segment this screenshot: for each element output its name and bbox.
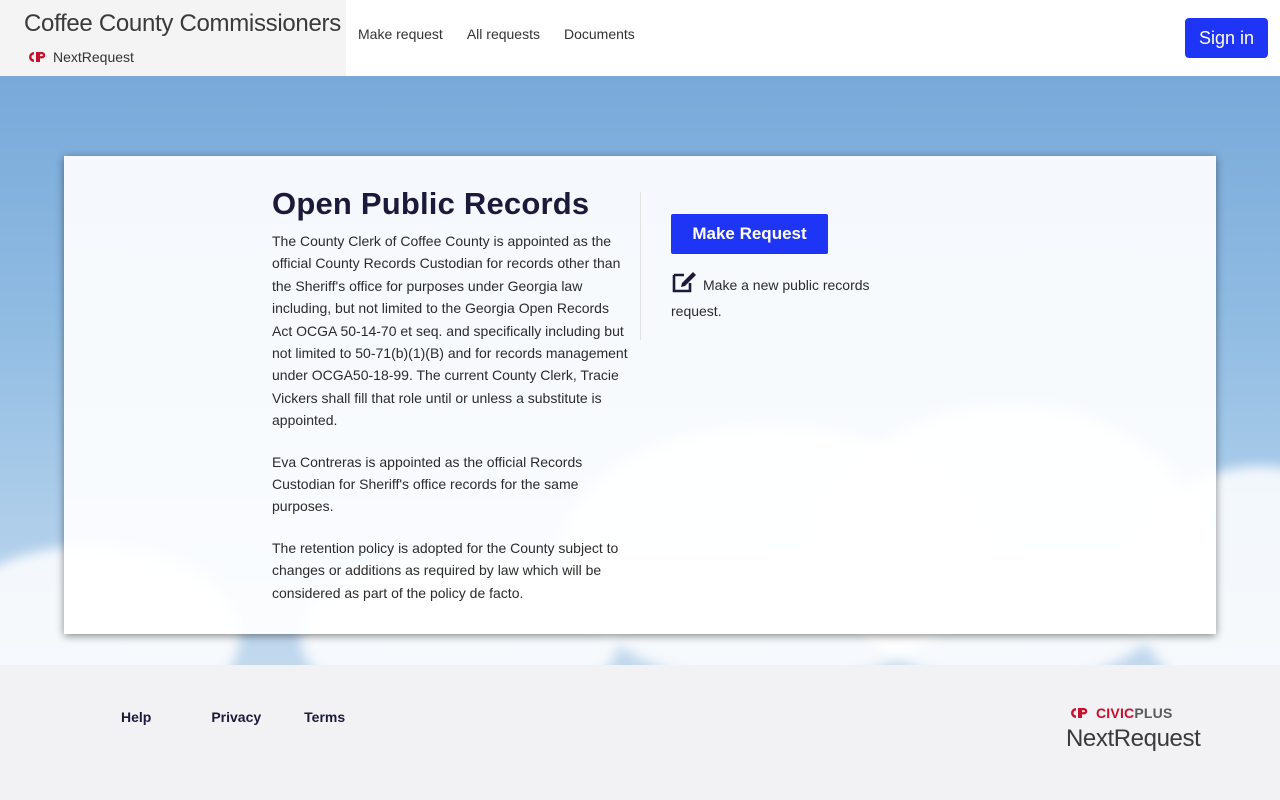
nextrequest-logo: NextRequest <box>25 49 134 65</box>
top-header: Coffee County Commissioners NextRequest … <box>0 0 1280 76</box>
records-card: Open Public Records The County Clerk of … <box>64 156 1216 634</box>
retention-policy-paragraph: The retention policy is adopted for the … <box>272 539 619 601</box>
civicplus-logo-icon <box>29 52 46 62</box>
sign-in-button[interactable]: Sign in <box>1185 18 1268 58</box>
org-title[interactable]: Coffee County Commissioners <box>24 10 341 38</box>
civicplus-wordmark: CIVICPLUS <box>1096 705 1173 721</box>
nav-documents[interactable]: Documents <box>564 26 635 42</box>
footer-help-link[interactable]: Help <box>121 709 151 725</box>
page-title: Open Public Records <box>272 186 590 221</box>
sheriff-custodian-paragraph: Eva Contreras is appointed as the offici… <box>272 453 583 515</box>
make-request-desc-text: Make a new public records request. <box>671 277 870 319</box>
make-request-description: Make a new public records request. <box>671 270 911 322</box>
edit-icon <box>671 270 699 300</box>
civicplus-nextrequest-logo: CIVICPLUS NextRequest <box>1066 705 1201 753</box>
footer-terms-link[interactable]: Terms <box>304 709 345 725</box>
card-divider <box>640 192 641 340</box>
footer: Help Privacy Terms CIVICPLUS NextRequest <box>0 665 1280 800</box>
make-request-button[interactable]: Make Request <box>671 214 828 254</box>
nav-make-request[interactable]: Make request <box>358 26 443 42</box>
records-info: Open Public Records The County Clerk of … <box>272 186 632 623</box>
civicplus-brand: CIVICPLUS <box>1066 705 1200 721</box>
custodian-paragraph: The County Clerk of Coffee County is app… <box>272 233 628 429</box>
nav-all-requests[interactable]: All requests <box>467 26 540 42</box>
brand-block[interactable]: Coffee County Commissioners NextRequest <box>0 0 346 76</box>
main-nav: Make request All requests Documents <box>358 26 635 42</box>
civicplus-logo-icon <box>1071 708 1088 718</box>
product-name: NextRequest <box>53 49 134 65</box>
footer-links: Help Privacy Terms <box>121 709 345 725</box>
nextrequest-wordmark: NextRequest <box>1066 725 1201 752</box>
hero-background: Open Public Records The County Clerk of … <box>0 76 1280 665</box>
make-request-panel: Make Request Make a new public records r… <box>671 214 911 322</box>
footer-privacy-link[interactable]: Privacy <box>211 709 261 725</box>
